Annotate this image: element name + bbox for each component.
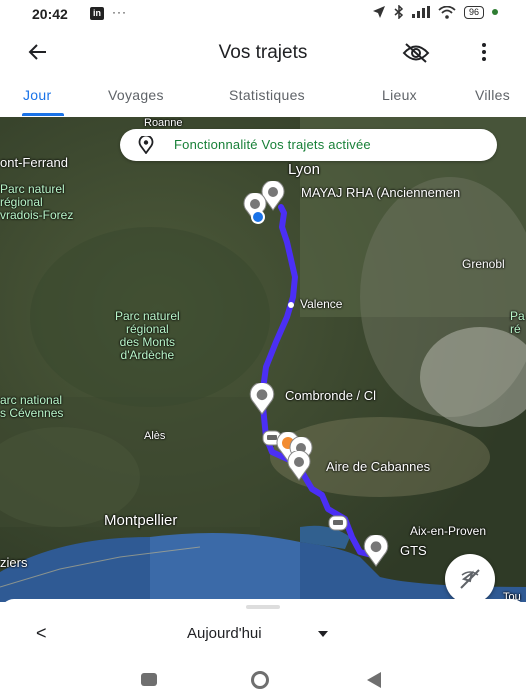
bluetooth-icon	[394, 5, 404, 19]
waypoint-dot-icon	[288, 302, 294, 308]
dropdown-caret-icon[interactable]	[318, 631, 328, 637]
map-label-ziers: ziers	[0, 555, 28, 570]
location-arrow-icon	[372, 6, 385, 18]
date-selector[interactable]: Aujourd'hui	[187, 625, 262, 642]
map-label-aix: Aix-en-Proven	[410, 524, 487, 538]
more-vert-icon[interactable]	[480, 42, 488, 62]
map-label-mayaj: MAYAJ RHA (Anciennemen	[301, 185, 461, 200]
map-label-ardeche: Parc naturel régional des Monts d'Ardèch…	[115, 309, 180, 362]
status-icons: 96	[372, 5, 498, 19]
tab-jour[interactable]: Jour	[23, 87, 51, 103]
map-label-ales: Alès	[144, 430, 166, 442]
tab-bar: Jour Voyages Statistiques Lieux Villes	[0, 76, 526, 116]
recent-apps-button[interactable]	[141, 673, 157, 686]
signal-icon	[411, 6, 430, 18]
timeline-enabled-banner[interactable]: Fonctionnalité Vos trajets activée	[120, 129, 497, 161]
map-label-combronde: Combronde / Cl	[285, 388, 377, 403]
map-label-pa: Pa ré	[510, 309, 525, 336]
more-notifications-icon: ···	[112, 5, 127, 19]
system-nav-bar	[0, 659, 526, 700]
privacy-indicator-dot	[492, 9, 498, 15]
map-label-grenoble: Grenobl	[462, 257, 505, 271]
clock: 20:42	[32, 6, 68, 22]
map-label-valence: Valence	[300, 297, 343, 311]
tab-statistiques[interactable]: Statistiques	[229, 87, 305, 103]
place-marker-icon[interactable]	[362, 535, 390, 567]
map-label-aire-de-cabannes: Aire de Cabannes	[326, 459, 431, 474]
banner-text: Fonctionnalité Vos trajets activée	[174, 137, 371, 152]
map-label-cevennes: arc national s Cévennes	[0, 393, 64, 420]
previous-day-button[interactable]: <	[36, 623, 47, 644]
map-label-roanne: Roanne	[144, 117, 183, 129]
current-location-dot-icon	[251, 210, 265, 224]
location-disabled-icon	[460, 569, 480, 589]
map-label-montpellier: Montpellier	[104, 512, 178, 529]
status-bar: 20:42 in ··· 96	[0, 0, 526, 28]
map-label-livradois: Parc naturel régional vradois-Forez	[0, 182, 74, 222]
drag-handle[interactable]	[246, 605, 280, 609]
place-marker-icon[interactable]	[286, 451, 312, 481]
wifi-icon	[438, 5, 456, 19]
tab-lieux[interactable]: Lieux	[382, 87, 417, 103]
visibility-off-icon[interactable]	[402, 42, 430, 64]
tab-villes[interactable]: Villes	[475, 87, 510, 103]
transit-vehicle-icon[interactable]	[328, 515, 348, 531]
active-tab-indicator	[22, 113, 64, 116]
location-pin-icon	[138, 136, 154, 154]
map-label-lyon: Lyon	[288, 161, 320, 178]
map-recenter-button[interactable]	[445, 554, 495, 602]
linkedin-icon: in	[90, 7, 104, 20]
place-marker-icon[interactable]	[247, 383, 277, 415]
app-bar: Vos trajets	[0, 28, 526, 76]
bottom-sheet: < Aujourd'hui	[0, 599, 526, 659]
battery-indicator: 96	[463, 5, 484, 19]
map-label-gts: GTS	[400, 543, 427, 558]
page-title: Vos trajets	[218, 42, 308, 63]
map-label-clermont: ont-Ferrand	[0, 155, 68, 170]
home-button[interactable]	[251, 671, 269, 689]
tab-voyages[interactable]: Voyages	[108, 87, 164, 103]
map-view[interactable]: Roanne ont-Ferrand Parc naturel régional…	[0, 117, 526, 602]
system-back-button[interactable]	[367, 672, 381, 688]
